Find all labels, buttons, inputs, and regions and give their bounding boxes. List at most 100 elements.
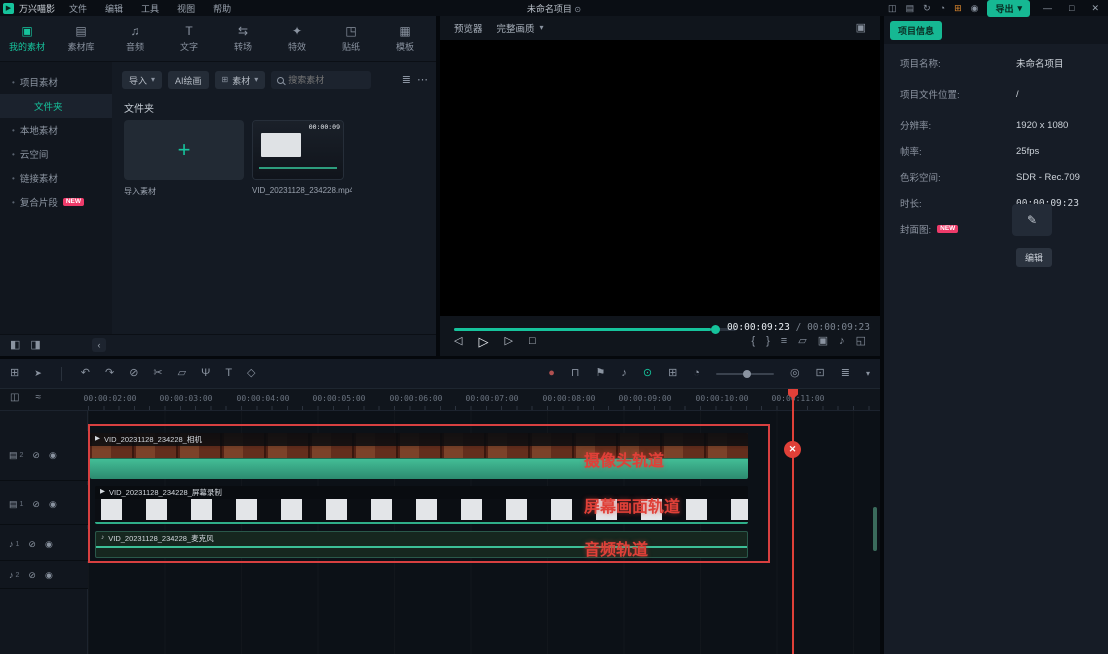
- media-view-icon[interactable]: ⊞: [10, 368, 19, 379]
- grid-icon[interactable]: ⊞: [668, 368, 677, 379]
- menu-view[interactable]: 视图: [177, 2, 195, 15]
- sync-icon[interactable]: ↻: [923, 4, 931, 13]
- menu-edit[interactable]: 编辑: [105, 2, 123, 15]
- clip-play-icon: ▶: [100, 489, 105, 496]
- export-button[interactable]: 导出 ▾: [987, 0, 1030, 17]
- fullscreen-icon[interactable]: ◱: [856, 336, 866, 347]
- lock-icon[interactable]: ⊘: [28, 571, 36, 580]
- next-frame-icon[interactable]: ▷: [504, 336, 512, 347]
- keyframe-icon[interactable]: ◇: [247, 368, 255, 379]
- sidebar-item-compound-clip[interactable]: • 复合片段 NEW: [0, 190, 112, 214]
- minimize-button[interactable]: —: [1039, 3, 1056, 13]
- collapse-sidebar-button[interactable]: ‹: [92, 338, 106, 352]
- render-preview-icon[interactable]: ⊙: [643, 368, 652, 379]
- voiceover-icon[interactable]: Ψ: [201, 368, 210, 379]
- preview-options-icon[interactable]: ≡: [781, 336, 787, 347]
- tab-templates[interactable]: ▦ 模板: [378, 16, 432, 61]
- zoom-slider-handle[interactable]: [743, 370, 751, 378]
- chevron-down-icon[interactable]: ▾: [866, 370, 870, 378]
- maximize-button[interactable]: □: [1065, 3, 1078, 13]
- layout-icon[interactable]: ◫: [888, 4, 897, 13]
- display-mode-icon[interactable]: ▣: [856, 23, 866, 34]
- mark-out-icon[interactable]: }: [766, 336, 770, 347]
- snapshot-icon[interactable]: ▣: [818, 336, 828, 347]
- user-icon[interactable]: ◉: [971, 4, 979, 13]
- waveform-view-icon[interactable]: ≈: [35, 393, 41, 403]
- tab-audio[interactable]: ♫ 音频: [108, 16, 162, 61]
- previous-frame-icon[interactable]: ◁: [454, 336, 462, 347]
- tab-stickers[interactable]: ◳ 贴纸: [324, 16, 378, 61]
- lock-icon[interactable]: ⊘: [32, 500, 40, 509]
- sidebar-item-folder[interactable]: 文件夹: [0, 94, 112, 118]
- media-clip-thumbnail[interactable]: 00:00:09: [252, 120, 344, 180]
- crop-icon[interactable]: ▱: [178, 368, 186, 379]
- track-height-icon[interactable]: ≣: [841, 368, 850, 379]
- zoom-slider[interactable]: [716, 373, 774, 375]
- menu-tools[interactable]: 工具: [141, 2, 159, 15]
- project-settings-icon[interactable]: ⊙: [574, 6, 581, 14]
- stop-icon[interactable]: □: [529, 336, 536, 347]
- fit-timeline-icon[interactable]: ⊡: [816, 368, 825, 379]
- tab-effects[interactable]: ✦ 特效: [270, 16, 324, 61]
- crop-preview-icon[interactable]: ▱: [798, 336, 806, 347]
- visibility-icon[interactable]: ◉: [49, 500, 57, 509]
- microphone-clip[interactable]: ♪ VID_20231128_234228_麦克风: [95, 531, 748, 558]
- record-icon[interactable]: ●: [548, 368, 555, 379]
- render-time-icon[interactable]: ◔: [693, 368, 700, 379]
- tab-project-info[interactable]: 项目信息: [890, 21, 942, 40]
- close-button[interactable]: ✕: [1087, 3, 1103, 14]
- sidebar-item-linked-media[interactable]: • 链接素材: [0, 166, 112, 190]
- split-icon[interactable]: ✂: [153, 368, 162, 379]
- edit-button[interactable]: 编辑: [1016, 248, 1052, 267]
- sidebar-item-project-media[interactable]: • 项目素材: [0, 70, 112, 94]
- playhead-line[interactable]: [792, 389, 794, 654]
- ruler-label: 00:00:11:00: [772, 394, 825, 403]
- lock-icon[interactable]: ⊘: [32, 451, 40, 460]
- mark-in-icon[interactable]: {: [751, 336, 755, 347]
- menu-help[interactable]: 帮助: [213, 2, 231, 15]
- add-text-icon[interactable]: T: [225, 368, 232, 379]
- mute-track-icon[interactable]: ♪: [621, 368, 627, 379]
- tab-my-media[interactable]: ▣ 我的素材: [0, 16, 54, 61]
- tab-text[interactable]: T 文字: [162, 16, 216, 61]
- mute-icon[interactable]: ◉: [45, 540, 53, 549]
- preview-viewport[interactable]: [440, 40, 880, 316]
- track-row-video1: ▤ 1 ⊘ ◉ ▶ VID_20231128_234228_屏幕录制: [0, 485, 880, 525]
- timeline-ruler[interactable]: ◫ ≈ 00:00:02:00 00:00:03:00 00:00:04:00 …: [0, 389, 880, 411]
- lock-icon[interactable]: ⊘: [28, 540, 36, 549]
- timeline-scrollbar[interactable]: [873, 507, 877, 551]
- tab-stock-media[interactable]: ▤ 素材库: [54, 16, 108, 61]
- track-view-icon[interactable]: ◫: [10, 393, 19, 403]
- magnet-icon[interactable]: ⊓: [571, 368, 580, 379]
- edit-cover-button[interactable]: ✎: [1012, 204, 1052, 236]
- field-value: 1920 x 1080: [1016, 120, 1068, 131]
- import-media-card[interactable]: +: [124, 120, 244, 180]
- delete-icon[interactable]: ⊘: [129, 368, 138, 379]
- ai-paint-button[interactable]: AI绘画: [168, 71, 209, 89]
- mute-icon[interactable]: ◉: [45, 571, 53, 580]
- menu-file[interactable]: 文件: [69, 2, 87, 15]
- material-filter-button[interactable]: ⊞ 素材 ▾: [215, 71, 266, 89]
- audio-track-icon: ♪: [9, 571, 14, 580]
- cart-icon[interactable]: ⊞: [954, 4, 962, 13]
- sidebar-item-local-media[interactable]: • 本地素材: [0, 118, 112, 142]
- zoom-info-icon[interactable]: ◎: [790, 368, 800, 379]
- select-tool-icon[interactable]: ➤: [34, 369, 42, 378]
- marker-icon[interactable]: ⚑: [595, 368, 605, 379]
- more-icon[interactable]: ⋯: [417, 75, 428, 86]
- speaker-icon[interactable]: ♪: [839, 336, 845, 347]
- tab-transitions[interactable]: ⇆ 转场: [216, 16, 270, 61]
- filter-icon[interactable]: ≣: [402, 75, 411, 86]
- undo-icon[interactable]: ↶: [81, 368, 90, 379]
- import-button[interactable]: 导入 ▾: [122, 71, 162, 89]
- list-view-icon[interactable]: ◨: [30, 340, 40, 351]
- redo-icon[interactable]: ↷: [105, 368, 114, 379]
- visibility-icon[interactable]: ◉: [49, 451, 57, 460]
- notifications-icon[interactable]: ◔: [940, 4, 945, 13]
- search-input[interactable]: [288, 75, 358, 85]
- grid-view-icon[interactable]: ◧: [10, 340, 20, 351]
- panel-icon[interactable]: ▤: [906, 4, 915, 13]
- sidebar-item-cloud[interactable]: • 云空间: [0, 142, 112, 166]
- play-icon[interactable]: ▷: [478, 335, 488, 348]
- quality-dropdown[interactable]: 完整画质 ▾: [497, 21, 544, 35]
